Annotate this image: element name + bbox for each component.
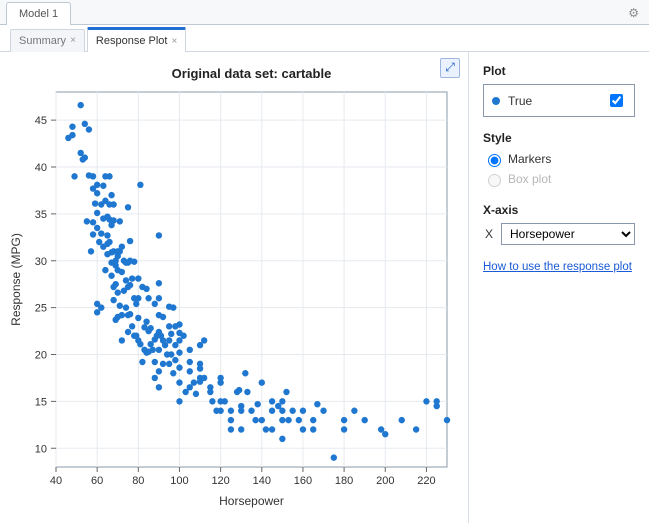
svg-text:Original data set: cartable: Original data set: cartable	[172, 66, 332, 81]
tab-summary[interactable]: Summary ×	[10, 29, 85, 52]
expand-icon[interactable]: ⤢	[440, 58, 460, 78]
plot-header: Plot	[483, 64, 635, 78]
svg-text:60: 60	[91, 475, 103, 487]
svg-text:40: 40	[50, 475, 62, 487]
svg-text:Response (MPG): Response (MPG)	[9, 233, 23, 326]
help-link-label: How to use the response plot	[483, 261, 632, 273]
style-option-markers[interactable]: Markers	[483, 151, 635, 167]
svg-text:30: 30	[35, 256, 47, 268]
legend-marker-icon	[492, 97, 500, 105]
svg-text:45: 45	[35, 115, 47, 127]
tab-response-plot[interactable]: Response Plot ×	[87, 27, 186, 52]
svg-text:Horsepower: Horsepower	[219, 494, 284, 508]
svg-text:160: 160	[294, 475, 312, 487]
xaxis-header: X-axis	[483, 203, 635, 217]
style-header: Style	[483, 131, 635, 145]
tab-model-1[interactable]: Model 1	[6, 2, 71, 25]
tab-response-plot-label: Response Plot	[96, 32, 168, 51]
tab-summary-label: Summary	[19, 30, 66, 52]
svg-text:200: 200	[376, 475, 394, 487]
xaxis-select[interactable]: Horsepower	[501, 223, 635, 245]
svg-text:35: 35	[35, 209, 47, 221]
gear-icon[interactable]: ⚙	[628, 6, 639, 20]
svg-text:20: 20	[35, 350, 47, 362]
legend-label: True	[508, 94, 532, 108]
svg-text:180: 180	[335, 475, 353, 487]
style-radio-markers[interactable]	[488, 154, 501, 167]
svg-text:100: 100	[170, 475, 188, 487]
svg-text:80: 80	[132, 475, 144, 487]
close-icon[interactable]: ×	[70, 30, 76, 52]
tab-model-1-label: Model 1	[19, 8, 58, 20]
style-boxplot-label: Box plot	[508, 172, 551, 186]
style-radio-boxplot	[488, 174, 501, 187]
svg-text:140: 140	[253, 475, 271, 487]
svg-text:220: 220	[417, 475, 435, 487]
svg-text:10: 10	[35, 443, 47, 455]
svg-text:120: 120	[211, 475, 229, 487]
xaxis-prefix: X	[483, 227, 495, 241]
style-option-boxplot: Box plot	[483, 171, 635, 187]
legend-visibility-checkbox[interactable]	[610, 94, 623, 107]
plot-options-panel: Plot True Style Markers Box plot X-axis …	[469, 52, 649, 523]
help-link[interactable]: How to use the response plot	[483, 261, 632, 273]
svg-text:25: 25	[35, 303, 47, 315]
close-icon[interactable]: ×	[171, 32, 177, 51]
svg-text:40: 40	[35, 162, 47, 174]
style-markers-label: Markers	[508, 152, 551, 166]
svg-text:15: 15	[35, 396, 47, 408]
response-scatter-plot: 40 60 80 100 120 140 160 180 200 220 10 15 20 25 30 35 4…	[4, 60, 459, 515]
legend-box: True	[483, 84, 635, 117]
